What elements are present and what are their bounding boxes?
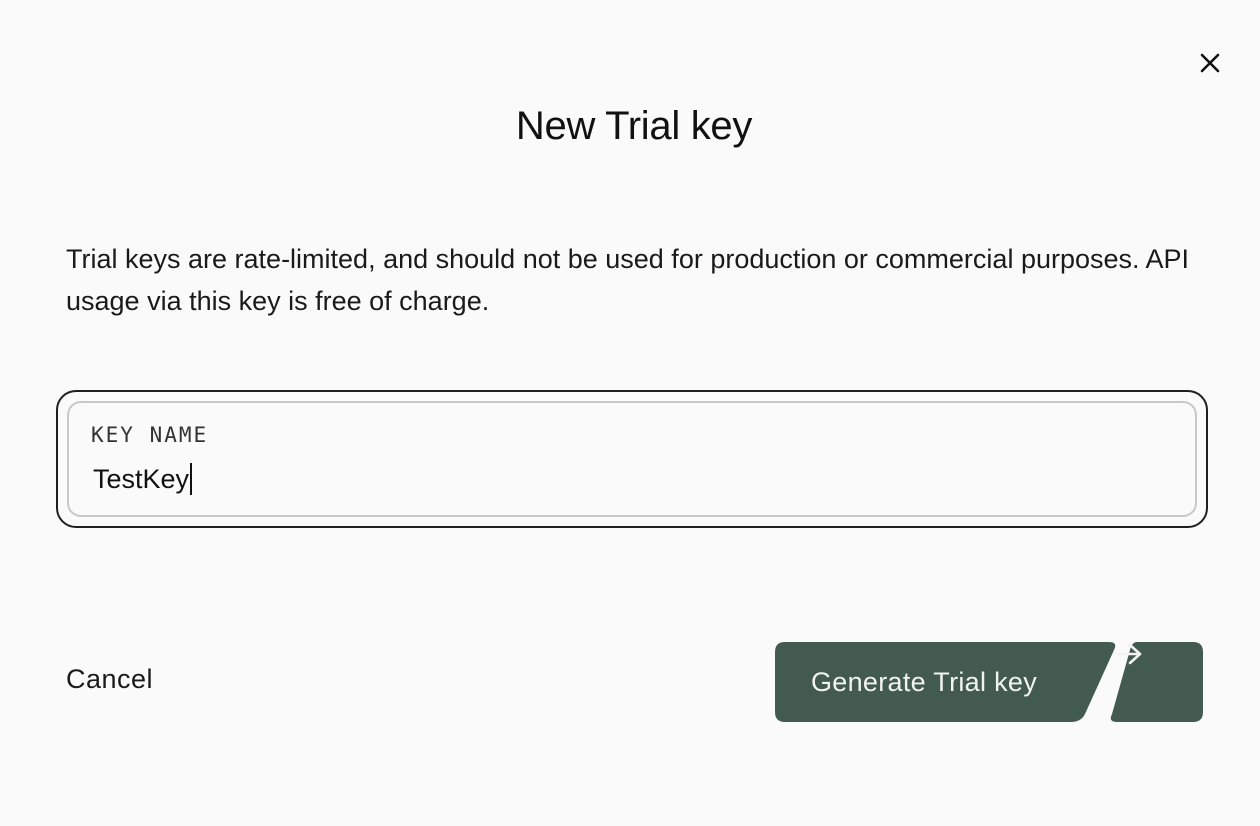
close-icon [1200,53,1220,73]
text-caret [190,463,193,495]
dialog-description: Trial keys are rate-limited, and should … [66,244,1190,316]
arrow-right-icon [1116,643,1142,665]
key-name-label: KEY NAME [91,423,209,447]
close-button[interactable] [1196,49,1224,77]
key-name-field-focus-ring: KEY NAME TestKey [56,390,1208,528]
generate-trial-key-button-group: Generate Trial key [775,642,1203,722]
dialog-title: New Trial key [515,104,753,148]
cancel-button[interactable]: Cancel [66,664,153,695]
key-name-value: TestKey [93,463,190,494]
generate-trial-key-button[interactable]: Generate Trial key [811,642,1037,722]
generate-arrow-button[interactable] [1115,642,1203,722]
new-trial-key-dialog: New Trial key Trial keys are rate-limite… [0,0,1260,826]
key-name-input[interactable]: TestKey [93,463,193,495]
key-name-field[interactable]: KEY NAME TestKey [67,401,1197,517]
